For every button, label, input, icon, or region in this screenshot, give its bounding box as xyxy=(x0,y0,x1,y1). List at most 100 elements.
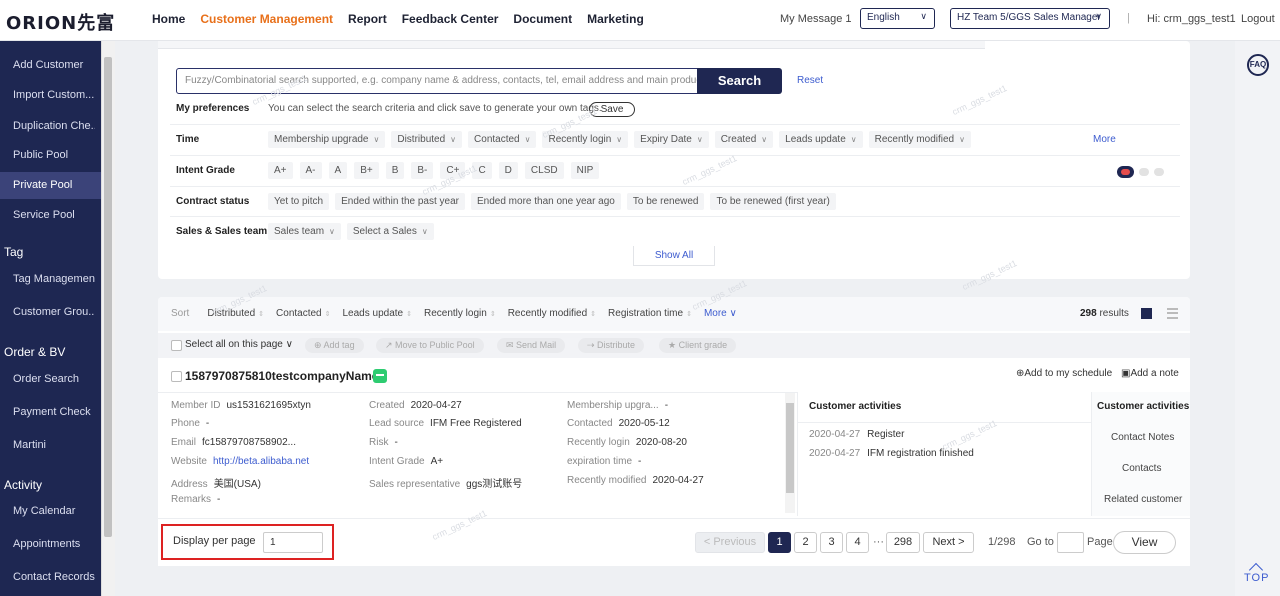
nav-home[interactable]: Home xyxy=(152,12,185,26)
time-chip-recently-modified[interactable]: Recently modified ∨ xyxy=(868,131,971,148)
list-view-icon[interactable] xyxy=(1167,308,1178,319)
sort-recently-login[interactable]: Recently login ⇕ xyxy=(424,308,496,319)
contract-chip[interactable]: Ended more than one year ago xyxy=(470,193,621,210)
details-scroll-thumb[interactable] xyxy=(786,403,794,493)
page-button-1[interactable]: 1 xyxy=(768,532,791,553)
goto-page-input[interactable] xyxy=(1057,532,1084,553)
contract-chip[interactable]: Yet to pitch xyxy=(268,193,330,210)
customer-checkbox[interactable] xyxy=(171,371,182,382)
nav-marketing[interactable]: Marketing xyxy=(587,12,644,26)
sidebar-item-service-pool[interactable]: Service Pool xyxy=(13,209,95,221)
previous-page-button[interactable]: < Previous xyxy=(695,532,765,553)
select-all-label[interactable]: Select all on this page ∨ xyxy=(185,339,293,350)
grid-view-icon[interactable] xyxy=(1141,308,1152,319)
sidebar-item-appointments[interactable]: Appointments xyxy=(13,538,95,550)
intent-chip[interactable]: B- xyxy=(411,162,434,179)
add-note-link[interactable]: ▣Add a note xyxy=(1121,368,1179,379)
sort-recently-modified[interactable]: Recently modified ⇕ xyxy=(508,308,596,319)
intent-chip[interactable]: B xyxy=(385,162,405,179)
back-to-top-button[interactable]: TOP xyxy=(1244,572,1269,584)
time-chip-membership-upgrade[interactable]: Membership upgrade ∨ xyxy=(268,131,386,148)
sidebar-item-public-pool[interactable]: Public Pool xyxy=(13,149,95,161)
sidebar-item-martini[interactable]: Martini xyxy=(13,439,95,451)
time-chip-created[interactable]: Created ∨ xyxy=(714,131,774,148)
reset-link[interactable]: Reset xyxy=(797,75,823,86)
show-all-button[interactable]: Show All xyxy=(633,246,715,266)
sidebar-item-add-customer[interactable]: Add Customer xyxy=(13,59,95,71)
send-mail-button[interactable]: ✉ Send Mail xyxy=(497,338,566,353)
sales-select[interactable]: Select a Sales ∨ xyxy=(346,223,434,240)
intent-chip[interactable]: CLSD xyxy=(524,162,564,179)
sidebar-item-my-calendar[interactable]: My Calendar xyxy=(13,505,95,517)
details-scrollbar[interactable] xyxy=(785,393,795,513)
intent-chip[interactable]: A+ xyxy=(268,162,293,179)
website-link[interactable]: http://beta.alibaba.net xyxy=(213,456,309,467)
orion-logo[interactable]: ORION先富 xyxy=(6,9,115,35)
intent-chip[interactable]: C xyxy=(472,162,492,179)
view-button[interactable]: View xyxy=(1113,531,1176,554)
time-chip-recently-login[interactable]: Recently login ∨ xyxy=(542,131,629,148)
sales-team-select[interactable]: Sales team ∨ xyxy=(268,223,341,240)
sidebar-item-order-search[interactable]: Order Search xyxy=(13,373,95,385)
select-all-checkbox[interactable] xyxy=(171,340,182,351)
contract-chip[interactable]: To be renewed xyxy=(626,193,705,210)
sidebar-item-import-customer[interactable]: Import Custom... xyxy=(13,89,95,101)
nav-feedback-center[interactable]: Feedback Center xyxy=(402,12,499,26)
sort-more-link[interactable]: More ∨ xyxy=(704,308,737,319)
distribute-button[interactable]: ⇢ Distribute xyxy=(578,338,645,353)
intent-chip[interactable]: C+ xyxy=(440,162,466,179)
add-to-schedule-link[interactable]: ⊕Add to my schedule xyxy=(1016,368,1112,379)
time-chip-distributed[interactable]: Distributed ∨ xyxy=(391,131,463,148)
page-button-2[interactable]: 2 xyxy=(794,532,817,553)
message-badge-icon[interactable] xyxy=(373,369,387,383)
page-button-4[interactable]: 4 xyxy=(846,532,869,553)
faq-icon[interactable]: FAQ xyxy=(1247,54,1269,76)
sort-contacted[interactable]: Contacted ⇕ xyxy=(276,308,330,319)
move-to-public-pool-button[interactable]: ↗ Move to Public Pool xyxy=(376,338,484,353)
sidebar-item-duplication-check[interactable]: Duplication Che... xyxy=(13,120,95,132)
logout-link[interactable]: Logout xyxy=(1241,13,1275,25)
time-chip-contacted[interactable]: Contacted ∨ xyxy=(468,131,537,148)
sort-distributed[interactable]: Distributed ⇕ xyxy=(207,308,264,319)
my-message-link[interactable]: My Message 1 xyxy=(780,13,852,25)
intent-chip[interactable]: D xyxy=(498,162,518,179)
sidebar-scroll-thumb[interactable] xyxy=(104,57,112,537)
intent-chip[interactable]: B+ xyxy=(354,162,379,179)
toggle-option-active[interactable] xyxy=(1117,166,1134,178)
toggle-option[interactable] xyxy=(1154,168,1164,176)
display-mode-toggle[interactable] xyxy=(1117,166,1169,178)
time-chip-leads-update[interactable]: Leads update ∨ xyxy=(779,131,863,148)
sort-leads-update[interactable]: Leads update ⇕ xyxy=(343,308,413,319)
toggle-option[interactable] xyxy=(1139,168,1149,176)
nav-customer-management[interactable]: Customer Management xyxy=(200,12,333,26)
search-input[interactable]: Fuzzy/Combinatorial search supported, e.… xyxy=(176,68,698,94)
sidebar-item-private-pool[interactable]: Private Pool xyxy=(0,172,101,199)
page-button-3[interactable]: 3 xyxy=(820,532,843,553)
team-select[interactable]: HZ Team 5/GGS Sales Manager ∨ xyxy=(950,8,1110,29)
language-select[interactable]: English ∨ xyxy=(860,8,935,29)
contract-chip[interactable]: Ended within the past year xyxy=(335,193,465,210)
save-preferences-button[interactable]: Save xyxy=(589,102,635,117)
more-filters-link[interactable]: More xyxy=(1093,134,1116,145)
intent-chip[interactable]: A- xyxy=(299,162,322,179)
side-menu-contacts[interactable]: Contacts xyxy=(1122,463,1161,474)
contract-chip[interactable]: To be renewed (first year) xyxy=(710,193,836,210)
sidebar-item-contact-records[interactable]: Contact Records xyxy=(13,571,95,583)
sidebar-item-tag-management[interactable]: Tag Management xyxy=(13,273,95,285)
next-page-button[interactable]: Next > xyxy=(923,532,974,553)
sort-registration-time[interactable]: Registration time ⇕ xyxy=(608,308,692,319)
nav-document[interactable]: Document xyxy=(513,12,572,26)
time-chip-expiry-date[interactable]: Expiry Date ∨ xyxy=(634,131,709,148)
side-menu-related-customer[interactable]: Related customer xyxy=(1104,494,1182,505)
intent-chip[interactable]: NIP xyxy=(570,162,600,179)
sidebar-item-customer-group[interactable]: Customer Grou... xyxy=(13,306,95,318)
page-button-last[interactable]: 298 xyxy=(886,532,920,553)
intent-chip[interactable]: A xyxy=(328,162,348,179)
add-tag-button[interactable]: ⊕ Add tag xyxy=(305,338,364,353)
search-button[interactable]: Search xyxy=(697,68,782,94)
per-page-input[interactable]: 1 xyxy=(263,532,323,553)
side-menu-title[interactable]: Customer activities xyxy=(1097,401,1189,412)
side-menu-contact-notes[interactable]: Contact Notes xyxy=(1111,432,1174,443)
client-grade-button[interactable]: ★ Client grade xyxy=(659,338,737,353)
sidebar-item-payment-check[interactable]: Payment Check xyxy=(13,406,95,418)
